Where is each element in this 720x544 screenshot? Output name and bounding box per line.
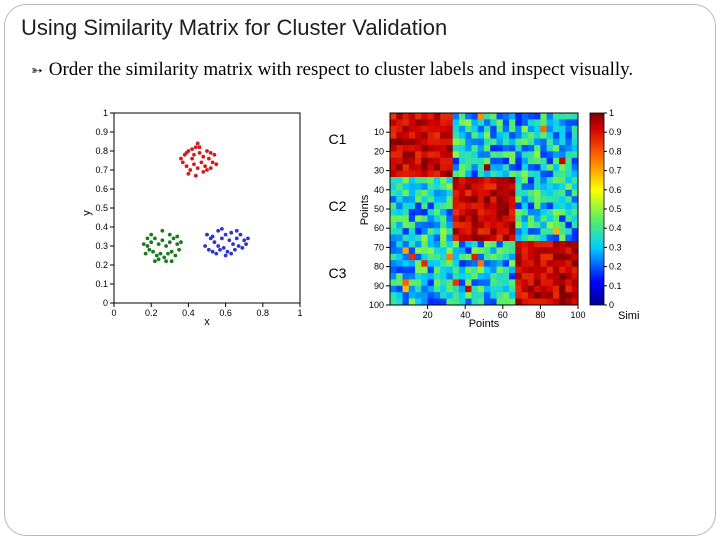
similarity-heatmap: Points Points 20406080100 10203040506070… xyxy=(360,105,640,330)
svg-text:40: 40 xyxy=(374,184,384,194)
svg-text:60: 60 xyxy=(498,310,508,320)
svg-text:80: 80 xyxy=(374,261,384,271)
heatmap-svg: Points Points 20406080100 10203040506070… xyxy=(360,105,640,330)
heatmap-xlabel: Points xyxy=(469,318,500,330)
svg-text:0.8: 0.8 xyxy=(256,308,269,318)
bullet-icon: ➳ xyxy=(31,61,43,81)
svg-text:20: 20 xyxy=(423,310,433,320)
svg-text:0.5: 0.5 xyxy=(609,204,622,214)
svg-text:100: 100 xyxy=(369,300,384,310)
slide-frame: Using Similarity Matrix for Cluster Vali… xyxy=(4,4,716,536)
svg-text:0.6: 0.6 xyxy=(219,308,232,318)
svg-text:0.7: 0.7 xyxy=(609,165,622,175)
svg-text:100: 100 xyxy=(571,310,586,320)
svg-text:1: 1 xyxy=(609,108,614,118)
svg-text:0.5: 0.5 xyxy=(95,203,108,213)
svg-text:0.4: 0.4 xyxy=(182,308,195,318)
svg-text:10: 10 xyxy=(374,127,384,137)
cluster-label-c2: C2 xyxy=(329,198,347,214)
bullet-text: Order the similarity matrix with respect… xyxy=(49,57,633,83)
svg-text:0: 0 xyxy=(111,308,116,318)
svg-text:70: 70 xyxy=(374,242,384,252)
svg-text:0.2: 0.2 xyxy=(609,261,622,271)
scatter-svg: y x 0 0.2 0.4 0.6 0.8 1 0 0.1 0.2 0.3 0.4 0.5 0.6 0.… xyxy=(80,105,315,330)
cluster-label-c3: C3 xyxy=(329,265,347,281)
figure-row: y x 0 0.2 0.4 0.6 0.8 1 0 0.1 0.2 0.3 0.4 0.5 0.6 0.… xyxy=(19,105,701,330)
scatter-ylabel: y xyxy=(81,209,93,215)
svg-text:0.3: 0.3 xyxy=(95,241,108,251)
svg-text:0.8: 0.8 xyxy=(609,146,622,156)
svg-text:0.6: 0.6 xyxy=(609,184,622,194)
bullet-item: ➳ Order the similarity matrix with respe… xyxy=(31,57,701,83)
svg-text:0.1: 0.1 xyxy=(609,280,622,290)
svg-text:0: 0 xyxy=(609,300,614,310)
svg-text:0.3: 0.3 xyxy=(609,242,622,252)
svg-text:0.8: 0.8 xyxy=(95,146,108,156)
cluster-label-column: C1 C2 C3 xyxy=(325,117,351,317)
heatmap-ylabel: Points xyxy=(360,194,371,225)
svg-text:0.4: 0.4 xyxy=(95,222,108,232)
svg-text:20: 20 xyxy=(374,146,384,156)
svg-text:80: 80 xyxy=(536,310,546,320)
svg-text:0.2: 0.2 xyxy=(144,308,157,318)
svg-text:30: 30 xyxy=(374,165,384,175)
colorbar-label: Similarity xyxy=(618,310,640,322)
svg-text:0: 0 xyxy=(103,298,108,308)
svg-text:0.4: 0.4 xyxy=(609,223,622,233)
cluster-label-c1: C1 xyxy=(329,131,347,147)
svg-text:0.2: 0.2 xyxy=(95,260,108,270)
svg-text:0.6: 0.6 xyxy=(95,184,108,194)
svg-text:1: 1 xyxy=(103,108,108,118)
svg-text:0.9: 0.9 xyxy=(609,127,622,137)
svg-text:60: 60 xyxy=(374,223,384,233)
svg-text:0.1: 0.1 xyxy=(95,279,108,289)
svg-text:90: 90 xyxy=(374,280,384,290)
svg-text:1: 1 xyxy=(297,308,302,318)
svg-text:40: 40 xyxy=(461,310,471,320)
slide-title: Using Similarity Matrix for Cluster Vali… xyxy=(21,15,701,41)
svg-text:0.9: 0.9 xyxy=(95,127,108,137)
svg-text:50: 50 xyxy=(374,204,384,214)
svg-text:0.7: 0.7 xyxy=(95,165,108,175)
scatter-xlabel: x xyxy=(204,316,210,328)
scatter-plot: y x 0 0.2 0.4 0.6 0.8 1 0 0.1 0.2 0.3 0.4 0.5 0.6 0.… xyxy=(80,105,315,330)
